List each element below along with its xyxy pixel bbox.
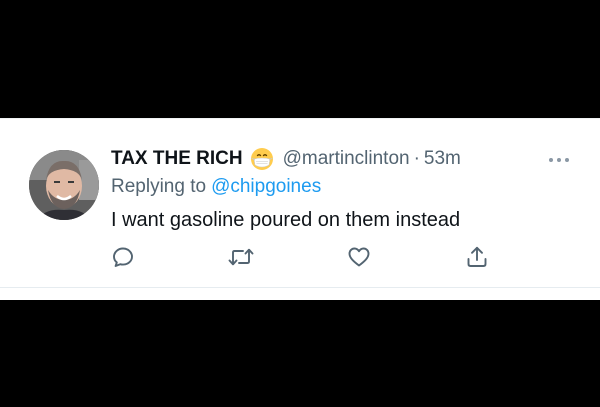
divider <box>0 287 600 288</box>
like-button[interactable] <box>346 244 372 270</box>
tweet-card[interactable]: TAX THE RICH @martinclinton · 53m Replyi… <box>0 118 600 300</box>
more-options-button[interactable] <box>541 148 577 172</box>
reply-button[interactable] <box>110 244 136 270</box>
display-name[interactable]: TAX THE RICH <box>111 148 243 170</box>
more-dots-icon <box>549 158 569 162</box>
retweet-icon <box>228 248 254 266</box>
replying-to: Replying to @chipgoines <box>111 176 321 198</box>
handle[interactable]: @martinclinton <box>283 148 410 170</box>
tweet-header: TAX THE RICH @martinclinton · 53m <box>111 147 461 171</box>
share-icon <box>467 246 487 267</box>
separator: · <box>413 148 420 169</box>
divider <box>0 118 600 119</box>
replying-prefix: Replying to <box>111 176 207 197</box>
speech-bubble-icon <box>113 247 133 267</box>
heart-icon <box>348 247 370 267</box>
tweet-text: I want gasoline poured on them instead <box>111 209 461 231</box>
timestamp[interactable]: 53m <box>424 148 461 170</box>
avatar[interactable] <box>29 150 99 220</box>
face-with-medical-mask-emoji-icon <box>250 147 274 171</box>
share-button[interactable] <box>464 244 490 270</box>
avatar-photo <box>29 150 99 220</box>
reply-mention-link[interactable]: @chipgoines <box>211 176 321 197</box>
retweet-button[interactable] <box>228 244 254 270</box>
